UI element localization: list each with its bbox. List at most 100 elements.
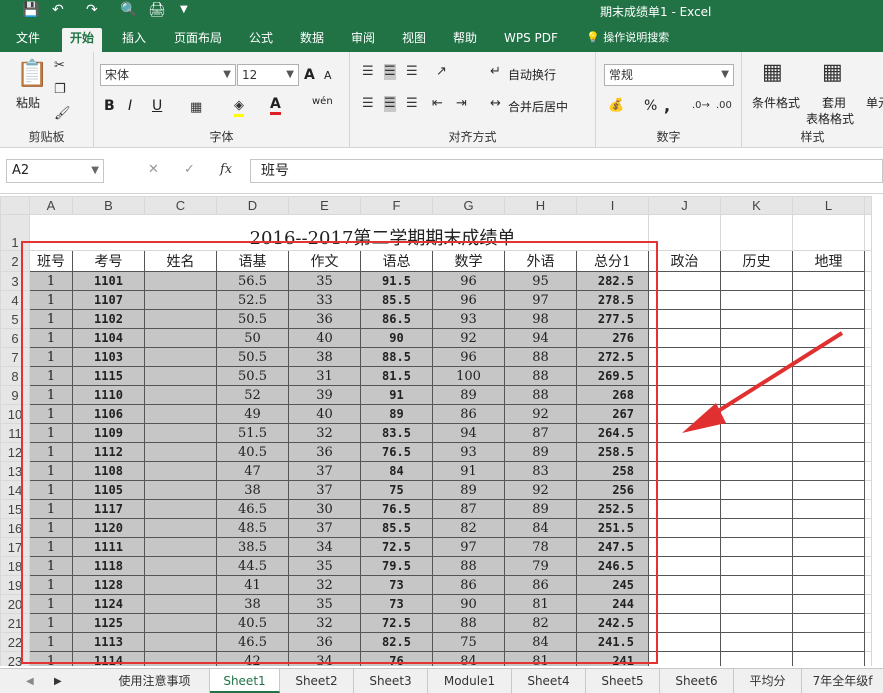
data-cell[interactable]: 96: [432, 347, 505, 367]
data-cell[interactable]: 49: [216, 404, 289, 424]
cell[interactable]: [648, 632, 721, 652]
data-cell[interactable]: 88: [504, 347, 577, 367]
data-cell[interactable]: 40.5: [216, 442, 289, 462]
data-cell[interactable]: 82.5: [360, 632, 433, 652]
data-cell[interactable]: [144, 290, 217, 310]
conditional-format-button[interactable]: 条件格式: [752, 94, 800, 111]
data-cell[interactable]: 91: [360, 385, 433, 405]
data-cell[interactable]: 245: [576, 575, 649, 595]
data-cell[interactable]: 1: [29, 480, 73, 500]
data-cell[interactable]: 267: [576, 404, 649, 424]
format-table-icon[interactable]: ▦: [822, 60, 843, 86]
data-cell[interactable]: 83: [504, 461, 577, 481]
cell[interactable]: [720, 214, 793, 251]
chevron-down-icon[interactable]: ▼: [180, 2, 188, 18]
data-cell[interactable]: 32: [288, 613, 361, 633]
data-cell[interactable]: 46.5: [216, 499, 289, 519]
cell[interactable]: [648, 594, 721, 614]
data-cell[interactable]: 81: [504, 651, 577, 666]
data-cell[interactable]: 42: [216, 651, 289, 666]
row-header[interactable]: 22: [0, 632, 30, 652]
data-cell[interactable]: 241.5: [576, 632, 649, 652]
data-cell[interactable]: 89: [504, 442, 577, 462]
cell[interactable]: [792, 556, 865, 576]
data-cell[interactable]: 92: [504, 480, 577, 500]
sheet-tab-notes[interactable]: 使用注意事项: [100, 669, 210, 693]
data-cell[interactable]: 88: [432, 613, 505, 633]
data-cell[interactable]: 75: [360, 480, 433, 500]
tab-data[interactable]: 数据: [292, 28, 332, 52]
data-cell[interactable]: 46.5: [216, 632, 289, 652]
data-cell[interactable]: [144, 366, 217, 386]
data-cell[interactable]: 90: [432, 594, 505, 614]
data-cell[interactable]: 1: [29, 309, 73, 329]
data-cell[interactable]: 97: [504, 290, 577, 310]
row-header[interactable]: 3: [0, 271, 30, 291]
data-cell[interactable]: 242.5: [576, 613, 649, 633]
font-size-dropdown[interactable]: 12 ▼: [237, 64, 299, 86]
data-cell[interactable]: 88.5: [360, 347, 433, 367]
row-header[interactable]: 2: [0, 250, 30, 272]
sheet-tab-sheet6[interactable]: Sheet6: [660, 669, 734, 693]
decrease-indent-icon[interactable]: ⇤: [432, 96, 443, 112]
column-header[interactable]: A: [29, 196, 73, 215]
align-left-icon[interactable]: ☰: [362, 96, 374, 112]
data-cell[interactable]: 1117: [72, 499, 145, 519]
data-cell[interactable]: 278.5: [576, 290, 649, 310]
data-cell[interactable]: 76: [360, 651, 433, 666]
cell[interactable]: [720, 499, 793, 519]
cancel-icon[interactable]: ✕: [148, 162, 159, 178]
data-cell[interactable]: 79.5: [360, 556, 433, 576]
redo-icon[interactable]: ↷: [86, 2, 98, 18]
column-header[interactable]: K: [720, 196, 793, 215]
data-cell[interactable]: 98: [504, 309, 577, 329]
column-header[interactable]: B: [72, 196, 145, 215]
cell[interactable]: [648, 537, 721, 557]
cell[interactable]: [864, 347, 872, 367]
header-cell[interactable]: 姓名: [144, 250, 217, 272]
cell[interactable]: [792, 518, 865, 538]
data-cell[interactable]: 50.5: [216, 347, 289, 367]
data-cell[interactable]: 1: [29, 385, 73, 405]
sheet-tab-sheet1[interactable]: Sheet1: [210, 669, 280, 693]
font-color-button[interactable]: A: [270, 96, 281, 115]
data-cell[interactable]: 1114: [72, 651, 145, 666]
data-cell[interactable]: [144, 328, 217, 348]
data-cell[interactable]: 1: [29, 328, 73, 348]
data-cell[interactable]: 38: [216, 594, 289, 614]
data-cell[interactable]: 36: [288, 442, 361, 462]
row-header[interactable]: 1: [0, 214, 30, 251]
data-cell[interactable]: [144, 632, 217, 652]
data-cell[interactable]: 268: [576, 385, 649, 405]
tab-view[interactable]: 视图: [394, 28, 434, 52]
data-cell[interactable]: 86.5: [360, 309, 433, 329]
data-cell[interactable]: 91: [432, 461, 505, 481]
cell[interactable]: [792, 442, 865, 462]
row-header[interactable]: 11: [0, 423, 30, 443]
cell[interactable]: [648, 214, 721, 251]
print-preview-icon[interactable]: 🔍: [120, 2, 137, 18]
header-cell[interactable]: 历史: [720, 250, 793, 272]
cell[interactable]: [792, 480, 865, 500]
sheet-tab-sheet5[interactable]: Sheet5: [586, 669, 660, 693]
align-top-icon[interactable]: ☰: [362, 64, 374, 80]
data-cell[interactable]: 81.5: [360, 366, 433, 386]
data-cell[interactable]: 86: [432, 404, 505, 424]
data-cell[interactable]: [144, 442, 217, 462]
phonetic-button[interactable]: wén: [312, 96, 333, 107]
cell[interactable]: [864, 250, 872, 272]
column-header[interactable]: I: [576, 196, 649, 215]
data-cell[interactable]: 93: [432, 442, 505, 462]
data-cell[interactable]: 37: [288, 461, 361, 481]
cell[interactable]: [648, 556, 721, 576]
data-cell[interactable]: 1105: [72, 480, 145, 500]
cell[interactable]: [648, 613, 721, 633]
cell[interactable]: [864, 518, 872, 538]
row-header[interactable]: 9: [0, 385, 30, 405]
data-cell[interactable]: 100: [432, 366, 505, 386]
data-cell[interactable]: 272.5: [576, 347, 649, 367]
orientation-icon[interactable]: ↗: [436, 64, 447, 80]
cell[interactable]: [648, 575, 721, 595]
data-cell[interactable]: 76.5: [360, 442, 433, 462]
cell[interactable]: [720, 442, 793, 462]
